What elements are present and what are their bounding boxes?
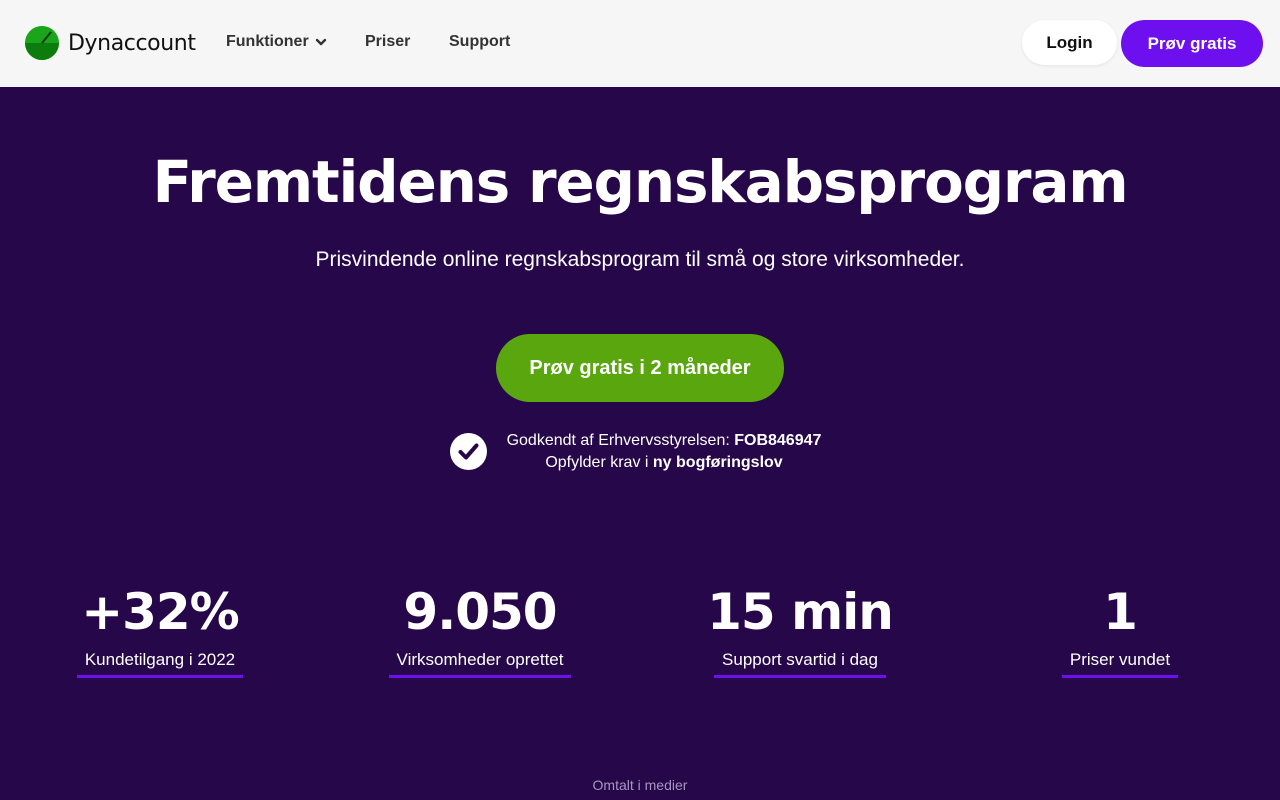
chevron-down-icon: [315, 38, 326, 46]
stat-value: 15 min: [707, 583, 894, 641]
nav-funktioner-label: Funktioner: [226, 33, 309, 50]
stat-value: 9.050: [403, 583, 557, 641]
try-free-2-months-button[interactable]: Prøv gratis i 2 måneder: [496, 334, 784, 402]
logo-mark-icon: [25, 26, 59, 60]
bookkeeping-law-link[interactable]: ny bogføringslov: [653, 454, 783, 471]
stat-customer-growth: +32% Kundetilgang i 2022: [60, 582, 260, 678]
approval-line-2: Opfylder krav i ny bogføringslov: [498, 452, 830, 474]
hero-subtitle: Prisvindende online regnskabsprogram til…: [315, 248, 965, 271]
stat-label: Virksomheder oprettet: [388, 650, 572, 678]
brand-logo[interactable]: Dynaccount: [25, 26, 196, 60]
nav-support[interactable]: Support: [449, 33, 510, 51]
stat-support-response: 15 min Support svartid i dag: [700, 582, 900, 678]
stat-awards-won: 1 Priser vundet: [1020, 582, 1220, 678]
stat-label: Kundetilgang i 2022: [76, 650, 244, 678]
checkmark-icon: [450, 433, 487, 470]
media-mentions-label: Omtalt i medier: [592, 777, 688, 793]
approval-text: Godkendt af Erhvervsstyrelsen: FOB846947…: [498, 430, 830, 474]
nav-priser[interactable]: Priser: [365, 33, 410, 51]
login-button[interactable]: Login: [1022, 20, 1117, 65]
stat-companies-created: 9.050 Virksomheder oprettet: [380, 582, 580, 678]
approval-line-1: Godkendt af Erhvervsstyrelsen: FOB846947: [498, 430, 830, 452]
nav-funktioner[interactable]: Funktioner: [226, 33, 327, 51]
brand-name: Dynaccount: [68, 30, 196, 56]
stat-value: +32%: [81, 583, 240, 641]
fob-number: FOB846947: [734, 432, 822, 449]
approval-line-1-text: Godkendt af Erhvervsstyrelsen:: [506, 432, 735, 449]
top-navbar: Dynaccount Funktioner Priser Support Log…: [0, 0, 1280, 87]
stat-label: Priser vundet: [1061, 650, 1179, 678]
stat-label: Support svartid i dag: [714, 650, 886, 678]
try-free-button[interactable]: Prøv gratis: [1121, 20, 1263, 67]
approval-line-2-text: Opfylder krav i: [545, 454, 653, 471]
hero-title: Fremtidens regnskabsprogram: [152, 148, 1128, 216]
stat-value: 1: [1103, 583, 1138, 641]
approval-notice: Godkendt af Erhvervsstyrelsen: FOB846947…: [450, 430, 850, 474]
